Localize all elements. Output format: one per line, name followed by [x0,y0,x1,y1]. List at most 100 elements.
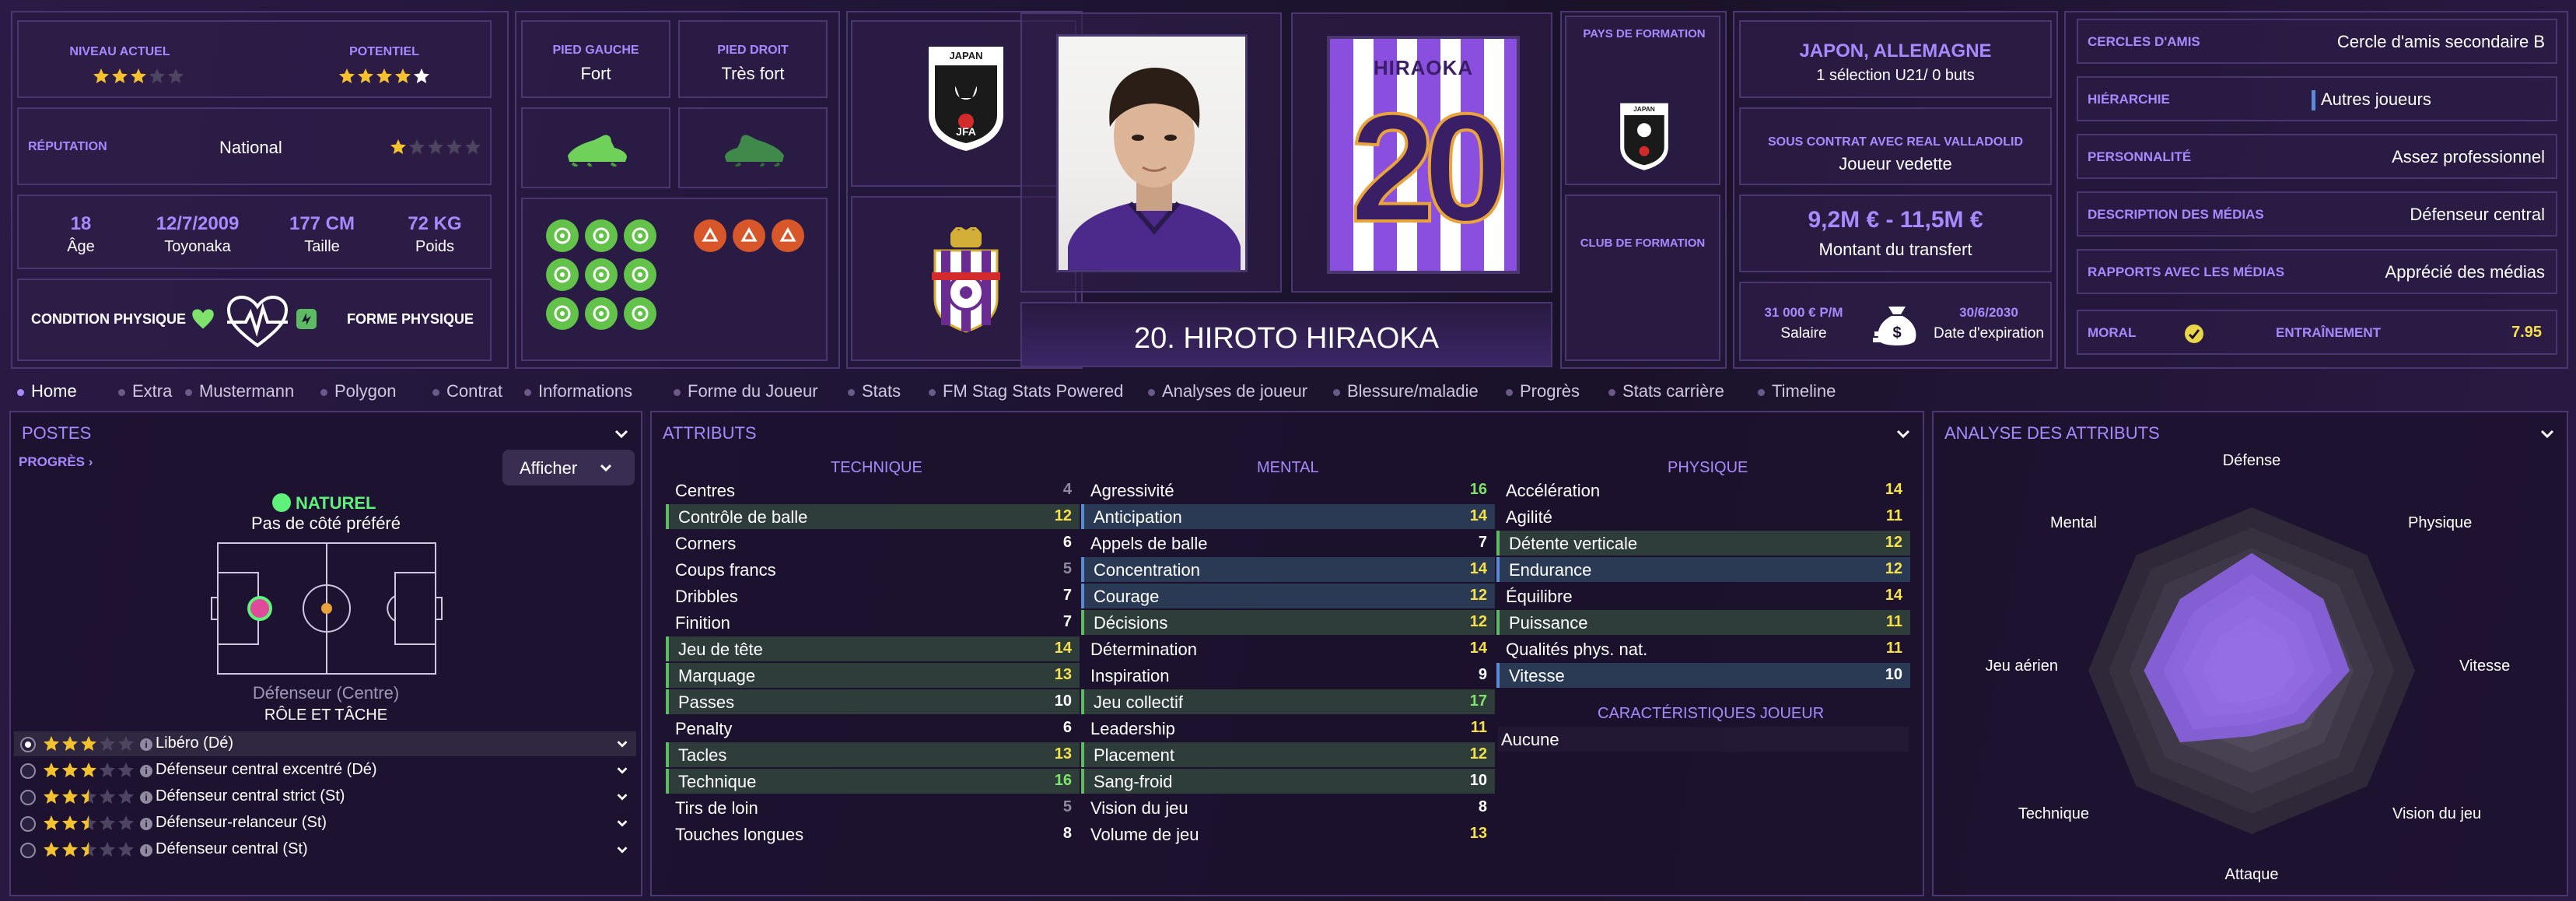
attribute-row[interactable]: Leadership 11 [1081,716,1495,741]
role-chevron-down-icon[interactable] [614,815,630,836]
attribute-row[interactable]: Passes 10 [666,689,1080,714]
tab-informations[interactable]: Informations [524,381,632,401]
attribute-row[interactable]: Tirs de loin 5 [666,795,1080,820]
info-icon[interactable]: i [140,791,152,804]
info-icon[interactable]: i [140,844,152,857]
role-row[interactable]: i Libéro (Dé) [14,731,636,756]
header-trait-icon[interactable] [546,219,579,252]
tab-fm-stag-stats-powered[interactable]: FM Stag Stats Powered [929,381,1123,401]
star-trait-icon[interactable] [546,258,579,291]
role-radio[interactable] [20,737,36,752]
attribute-row[interactable]: Placement 12 [1081,742,1495,767]
role-row[interactable]: i Défenseur central (St) [14,837,636,862]
attribute-row[interactable]: Décisions 12 [1081,610,1495,635]
progress-link[interactable]: PROGRÈS › [19,454,93,470]
star-icon [92,67,110,86]
info-row-value: Cercle d'amis secondaire B [2336,32,2545,51]
attributes-title: Attributs [663,423,757,443]
japan-jfa-crest-icon[interactable]: JAPAN JFA [926,44,1006,156]
info-icon[interactable]: i [140,738,152,751]
flask-trait-icon[interactable] [772,219,804,252]
attribute-row[interactable]: Courage 12 [1081,584,1495,608]
info-icon[interactable]: i [140,818,152,830]
positions-chevron-down-icon[interactable] [613,425,630,442]
tab-mustermann[interactable]: Mustermann [185,381,294,401]
attribute-row[interactable]: Agilité 11 [1496,504,1910,529]
tab-stats-carri-re[interactable]: Stats carrière [1608,381,1724,401]
attribute-row[interactable]: Dribbles 7 [666,584,1080,608]
role-radio[interactable] [20,816,36,832]
attribute-row[interactable]: Qualités phys. nat. 11 [1496,636,1910,661]
role-chevron-down-icon[interactable] [614,789,630,809]
attribute-row[interactable]: Coups francs 5 [666,557,1080,582]
tab-analyses-de-joueur[interactable]: Analyses de joueur [1148,381,1307,401]
kick-off-trait-icon[interactable] [733,219,765,252]
attribute-row[interactable]: Jeu de tête 14 [666,636,1080,661]
real-valladolid-crest-icon[interactable] [930,225,1002,337]
tab-blessure-maladie[interactable]: Blessure/maladie [1333,381,1479,401]
current-ability-label: Niveau actuel [69,45,170,58]
attribute-row[interactable]: Vision du jeu 8 [1081,795,1495,820]
attribute-row[interactable]: Appels de balle 7 [1081,531,1495,556]
transfer-value: 9,2M € - 11,5M € [1808,207,1983,233]
tool-trait-icon[interactable] [546,297,579,330]
attribute-row[interactable]: Vitesse 10 [1496,663,1910,688]
attribute-row[interactable]: Technique 16 [666,769,1080,794]
star-icon [394,67,412,86]
attribute-row[interactable]: Détermination 14 [1081,636,1495,661]
attribute-row[interactable]: Puissance 11 [1496,610,1910,635]
role-name: Défenseur central strict (St) [156,787,345,805]
attribute-value: 14 [1469,507,1487,524]
attribute-row[interactable]: Endurance 12 [1496,557,1910,582]
attribute-row[interactable]: Finition 7 [666,610,1080,635]
tab-timeline[interactable]: Timeline [1758,381,1836,401]
attribute-row[interactable]: Sang-froid 10 [1081,769,1495,794]
tab-contrat[interactable]: Contrat [432,381,502,401]
attribute-row[interactable]: Équilibre 14 [1496,584,1910,608]
position-marker-icon[interactable] [247,596,272,621]
tab-polygon[interactable]: Polygon [320,381,397,401]
role-radio[interactable] [20,790,36,805]
attribute-row[interactable]: Touches longues 8 [666,822,1080,847]
role-row[interactable]: i Défenseur central strict (St) [14,784,636,809]
tab-home[interactable]: Home [17,381,77,401]
tab-extra[interactable]: Extra [118,381,172,401]
pass-trait-icon[interactable] [585,219,618,252]
attribute-row[interactable]: Centres 4 [666,478,1080,503]
tab-progr-s[interactable]: Progrès [1506,381,1580,401]
show-button[interactable]: Afficher [502,450,635,486]
info-icon[interactable]: i [140,765,152,777]
star-icon [98,787,117,806]
weather-trait-icon[interactable] [694,219,726,252]
attribute-row[interactable]: Corners 6 [666,531,1080,556]
trend-trait-icon[interactable] [585,258,618,291]
radar-axis-label: Attaque [2225,866,2279,883]
tab-stats[interactable]: Stats [848,381,901,401]
attribute-row[interactable]: Penalty 6 [666,716,1080,741]
attribute-row[interactable]: Agressivité 16 [1081,478,1495,503]
role-radio[interactable] [20,843,36,858]
heart-icon [191,308,215,334]
role-row[interactable]: i Défenseur central excentré (Dé) [14,758,636,783]
attributes-chevron-down-icon[interactable] [1895,425,1912,442]
attribute-row[interactable]: Inspiration 9 [1081,663,1495,688]
kick-trait-icon[interactable] [624,297,656,330]
attribute-row[interactable]: Jeu collectif 17 [1081,689,1495,714]
flag-trait-icon[interactable] [624,258,656,291]
role-chevron-down-icon[interactable] [614,842,630,862]
ball-trait-icon[interactable] [624,219,656,252]
attribute-row[interactable]: Concentration 14 [1081,557,1495,582]
attribute-row[interactable]: Volume de jeu 13 [1081,822,1495,847]
tab-forme-du-joueur[interactable]: Forme du Joueur [674,381,818,401]
attribute-row[interactable]: Anticipation 14 [1081,504,1495,529]
role-chevron-down-icon[interactable] [614,763,630,783]
attribute-row[interactable]: Marquage 13 [666,663,1080,688]
role-chevron-down-icon[interactable] [614,736,630,756]
boot-trait-icon[interactable] [585,297,618,330]
attribute-row[interactable]: Tacles 13 [666,742,1080,767]
attribute-row[interactable]: Détente verticale 12 [1496,531,1910,556]
role-row[interactable]: i Défenseur-relanceur (St) [14,811,636,836]
role-radio[interactable] [20,763,36,779]
attribute-row[interactable]: Accélération 14 [1496,478,1910,503]
attribute-row[interactable]: Contrôle de balle 12 [666,504,1080,529]
